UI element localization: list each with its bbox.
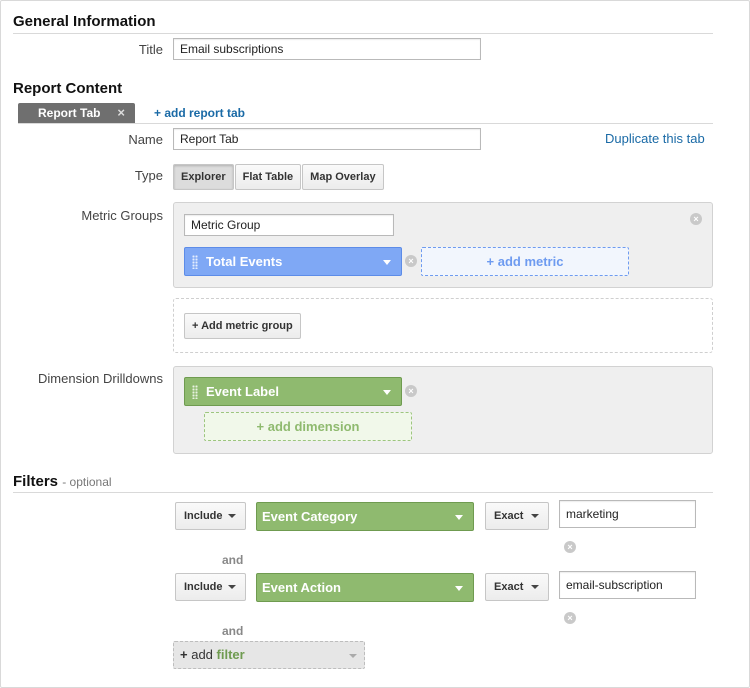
divider	[13, 492, 713, 493]
chevron-down-icon	[228, 514, 236, 518]
title-input[interactable]	[173, 38, 481, 60]
title-label: Title	[138, 42, 163, 57]
filter-2-dimension-value: Event Action	[262, 580, 341, 595]
filters-heading: Filters - optional	[13, 473, 112, 490]
filter-1-include-select[interactable]: Include	[175, 502, 246, 530]
filters-optional-note: - optional	[62, 475, 112, 489]
and-label: and	[222, 624, 244, 638]
type-selector: Explorer Flat Table Map Overlay	[173, 164, 385, 190]
drag-handle-icon[interactable]	[192, 385, 198, 399]
filter-1-value-input[interactable]	[559, 500, 696, 528]
dimension-chip-event-label[interactable]: Event Label	[184, 377, 402, 406]
add-dimension-button[interactable]: + add dimension	[204, 412, 412, 441]
metric-chip-label: Total Events	[206, 254, 283, 269]
filter-1-dimension-select[interactable]: Event Category	[256, 502, 474, 531]
add-metric-button[interactable]: + add metric	[421, 247, 629, 276]
tab-label: Report Tab	[38, 106, 101, 120]
chevron-down-icon	[455, 515, 463, 520]
type-label: Type	[134, 168, 163, 183]
filter-1-include-value: Include	[184, 510, 223, 522]
add-filter-keyword: filter	[216, 647, 245, 662]
chevron-down-icon	[531, 514, 539, 518]
add-filter-word: add	[191, 647, 213, 662]
filter-2-include-select[interactable]: Include	[175, 573, 246, 601]
filter-2-dimension-select[interactable]: Event Action	[256, 573, 474, 602]
chevron-down-icon	[383, 390, 391, 395]
add-report-tab-link[interactable]: + add report tab	[154, 106, 245, 120]
filter-2-value-input[interactable]	[559, 571, 696, 599]
duplicate-tab-link[interactable]: Duplicate this tab	[605, 131, 705, 146]
filter-1-dimension-value: Event Category	[262, 509, 358, 524]
filter-2-include-value: Include	[184, 581, 223, 593]
chevron-down-icon	[228, 585, 236, 589]
add-metric-group-button[interactable]: + Add metric group	[184, 313, 301, 339]
filter-2-match-value: Exact	[494, 581, 524, 593]
metric-groups-label: Metric Groups	[81, 208, 163, 223]
close-tab-icon[interactable]: ×	[117, 103, 125, 123]
chevron-down-icon	[383, 260, 391, 265]
drag-handle-icon[interactable]	[192, 255, 198, 269]
dimension-chip-label: Event Label	[206, 384, 279, 399]
remove-filter-1-icon[interactable]: ×	[564, 541, 576, 553]
type-flat-table-button[interactable]: Flat Table	[234, 164, 302, 190]
divider	[13, 33, 713, 34]
metric-chip-total-events[interactable]: Total Events	[184, 247, 402, 276]
filters-title: Filters	[13, 473, 59, 490]
remove-filter-2-icon[interactable]: ×	[564, 612, 576, 624]
type-explorer-button[interactable]: Explorer	[173, 164, 234, 190]
name-label: Name	[128, 132, 163, 147]
report-content-heading: Report Content	[13, 80, 123, 97]
filter-1-match-value: Exact	[494, 510, 524, 522]
remove-dimension-icon[interactable]: ×	[405, 385, 417, 397]
dimension-drilldowns-label: Dimension Drilldowns	[38, 371, 163, 386]
remove-metric-icon[interactable]: ×	[405, 255, 417, 267]
filter-2-match-select[interactable]: Exact	[485, 573, 549, 601]
remove-metric-group-icon[interactable]: ×	[690, 213, 702, 225]
chevron-down-icon	[531, 585, 539, 589]
tab-divider	[18, 123, 713, 124]
filter-1-match-select[interactable]: Exact	[485, 502, 549, 530]
metric-group-name-input[interactable]	[184, 214, 394, 236]
type-map-overlay-button[interactable]: Map Overlay	[302, 164, 384, 190]
plus-icon: +	[180, 647, 188, 662]
chevron-down-icon	[349, 654, 357, 658]
chevron-down-icon	[455, 586, 463, 591]
and-label: and	[222, 553, 244, 567]
general-information-heading: General Information	[13, 13, 156, 30]
add-filter-button[interactable]: + add filter	[173, 641, 365, 669]
tab-report-tab[interactable]: Report Tab ×	[18, 103, 135, 123]
name-input[interactable]	[173, 128, 481, 150]
